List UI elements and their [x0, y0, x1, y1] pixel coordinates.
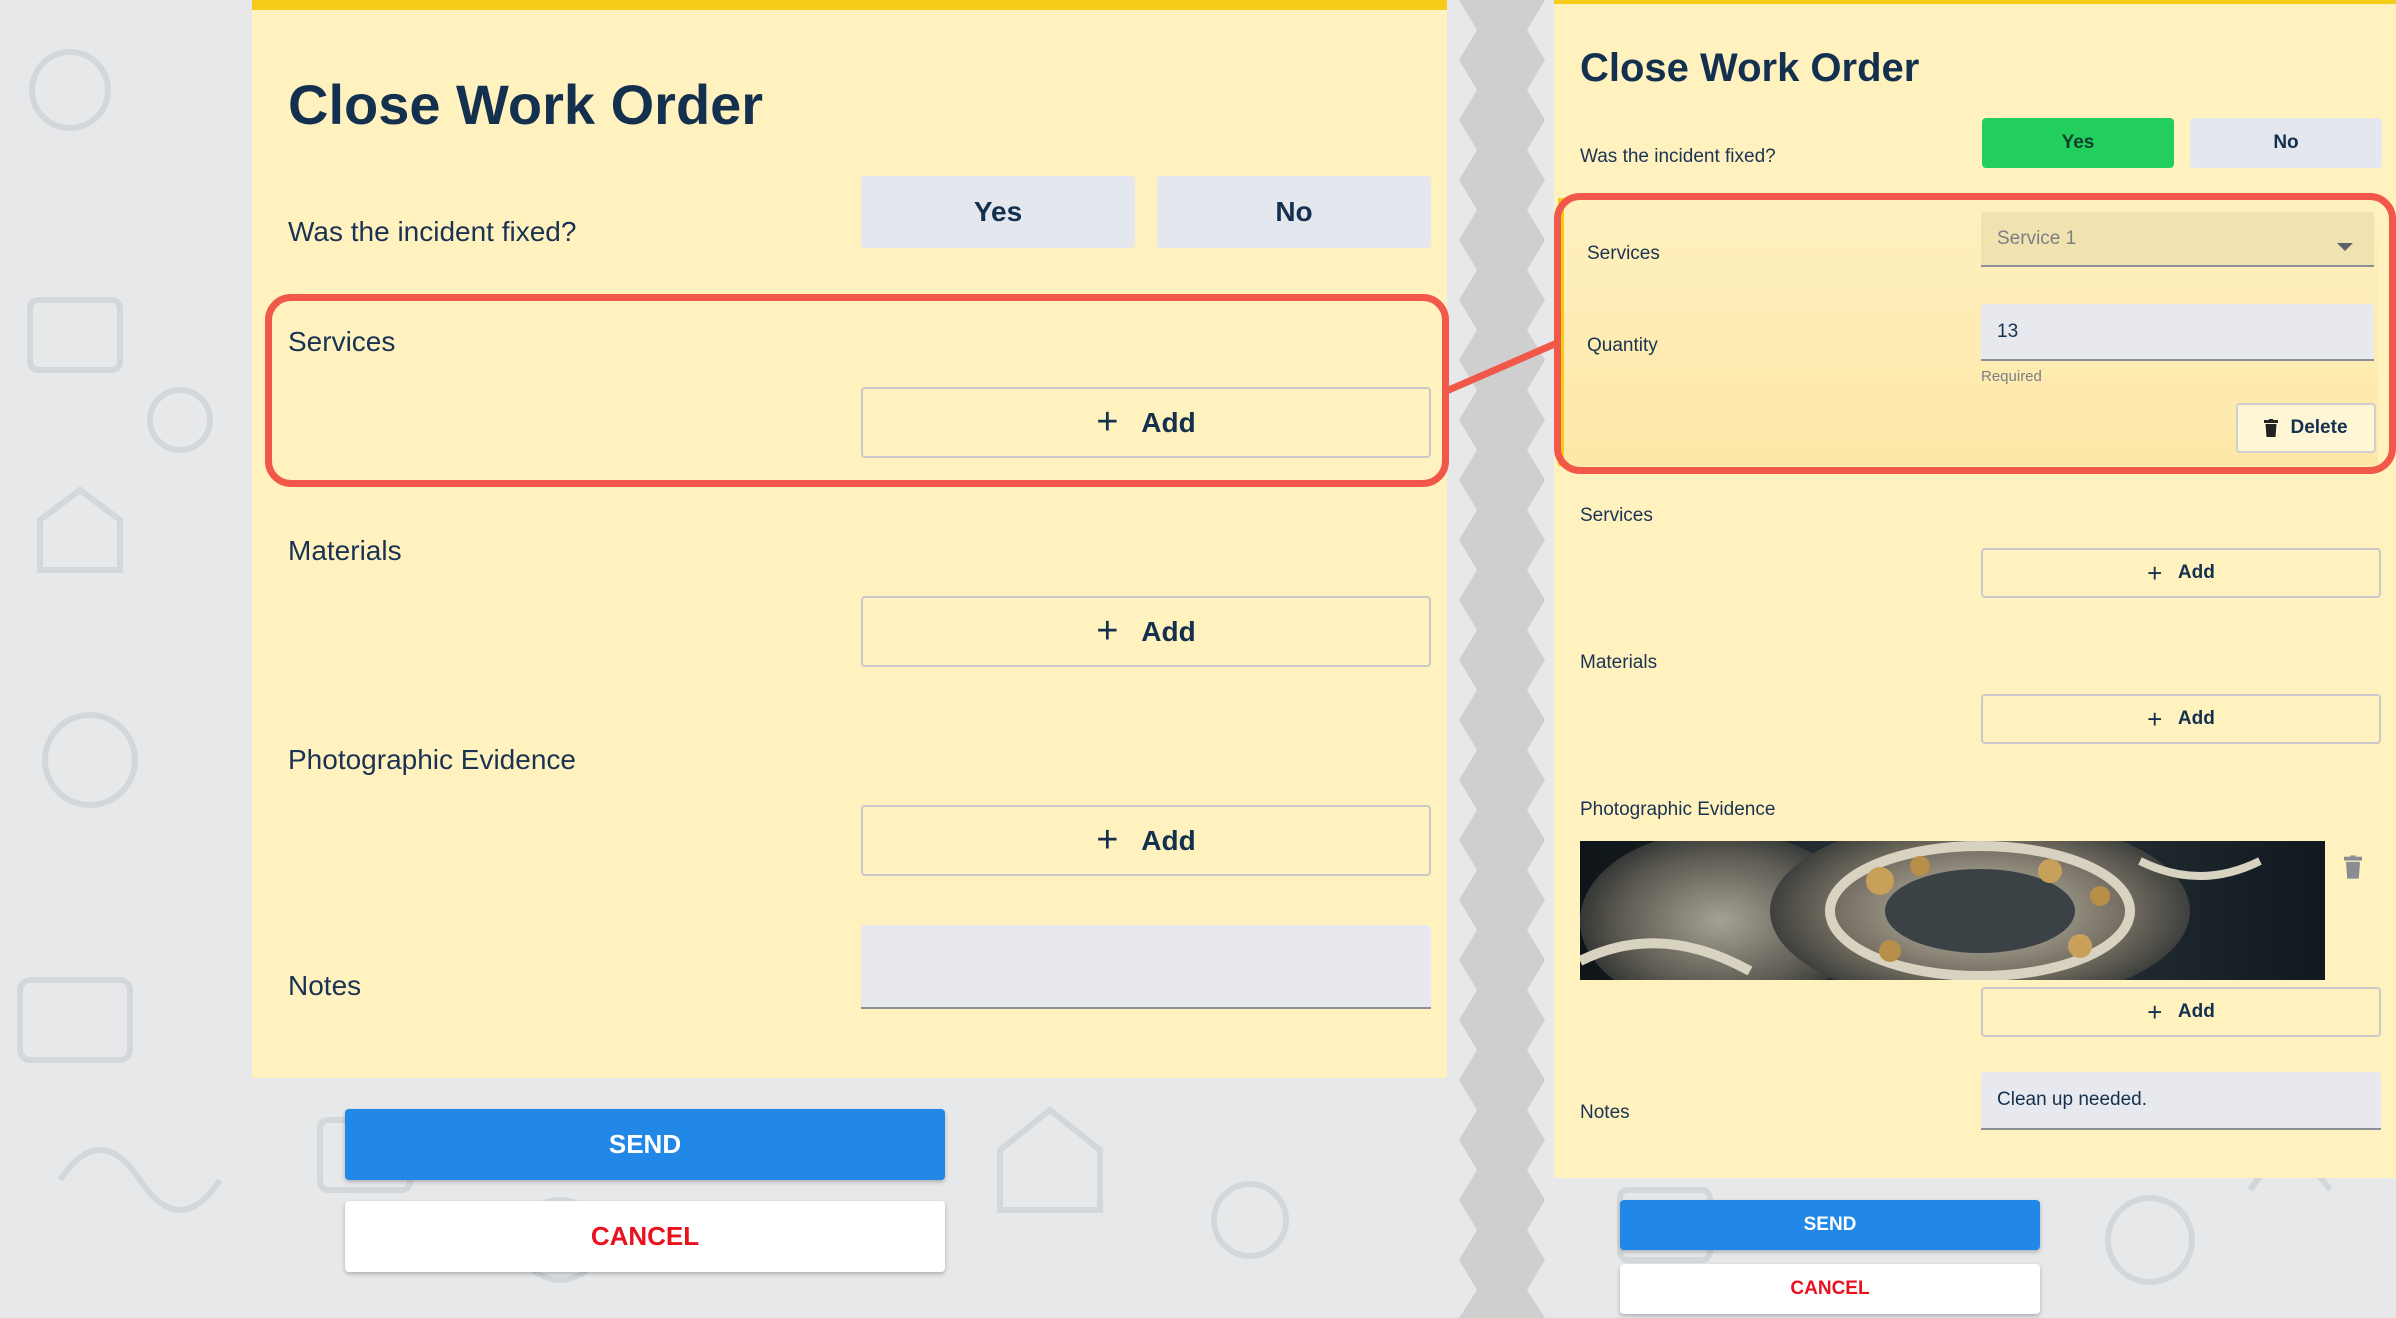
add-photo-label: Add	[1141, 824, 1196, 856]
incident-no-button[interactable]: No	[1157, 176, 1431, 248]
send-button[interactable]: SEND	[345, 1109, 945, 1180]
delete-label: Delete	[2290, 417, 2348, 438]
service-select[interactable]: Service 1	[1981, 212, 2374, 267]
add-photo-button[interactable]: + Add	[861, 805, 1431, 876]
notes-input[interactable]	[861, 925, 1431, 1009]
service-entry-services-label: Services	[1587, 243, 1660, 264]
send-button-right[interactable]: SEND	[1620, 1200, 2040, 1250]
photo-evidence-label-right: Photographic Evidence	[1580, 799, 1776, 820]
plus-icon: +	[1096, 610, 1119, 652]
add-material-label-right: Add	[2177, 708, 2215, 729]
incident-yes-button[interactable]: Yes	[861, 176, 1135, 248]
quantity-label: Quantity	[1587, 335, 1658, 356]
add-service-label-right: Add	[2177, 562, 2215, 583]
engine-photo-image	[1580, 841, 2325, 980]
add-service-label: Add	[1141, 406, 1196, 438]
add-photo-label-right: Add	[2177, 1001, 2215, 1022]
page-title: Close Work Order	[288, 73, 764, 136]
plus-icon: +	[2147, 557, 2163, 588]
materials-label-right: Materials	[1580, 652, 1658, 673]
photo-evidence-thumbnail[interactable]	[1580, 841, 2325, 980]
quantity-helper-text: Required	[1981, 368, 2042, 385]
plus-icon: +	[1096, 819, 1119, 861]
trash-icon[interactable]	[2344, 855, 2362, 879]
plus-icon: +	[1096, 401, 1119, 443]
incident-yes-button-right[interactable]: Yes	[1982, 118, 2174, 168]
add-service-button-right[interactable]: + Add	[1981, 548, 2381, 598]
caret-down-icon	[2337, 243, 2353, 251]
cancel-button[interactable]: CANCEL	[345, 1201, 945, 1272]
panel-divider	[1447, 0, 1557, 1318]
notes-label-right: Notes	[1580, 1102, 1630, 1123]
service-select-value: Service 1	[1997, 227, 2077, 249]
plus-icon: +	[2147, 703, 2163, 734]
close-work-order-form-left	[252, 0, 1447, 1078]
add-material-button-right[interactable]: + Add	[1981, 694, 2381, 744]
notes-label: Notes	[288, 970, 362, 1001]
incident-question-label: Was the incident fixed?	[288, 216, 577, 247]
services-label: Services	[288, 326, 396, 357]
photo-evidence-label: Photographic Evidence	[288, 744, 576, 775]
services-label-right: Services	[1580, 505, 1653, 526]
delete-service-button[interactable]: Delete	[2236, 403, 2376, 453]
incident-question-label-right: Was the incident fixed?	[1580, 146, 1776, 167]
notes-input-right[interactable]: Clean up needed.	[1981, 1072, 2381, 1130]
cancel-button-right[interactable]: CANCEL	[1620, 1264, 2040, 1314]
page-title-right: Close Work Order	[1580, 46, 1920, 90]
add-material-label: Add	[1141, 615, 1196, 647]
quantity-input[interactable]: 13	[1981, 304, 2374, 361]
incident-no-button-right[interactable]: No	[2190, 118, 2382, 168]
trash-icon	[2264, 419, 2279, 437]
add-photo-button-right[interactable]: + Add	[1981, 987, 2381, 1037]
highlight-connector	[1442, 336, 1566, 396]
add-service-button[interactable]: + Add	[861, 387, 1431, 458]
add-material-button[interactable]: + Add	[861, 596, 1431, 667]
plus-icon: +	[2147, 996, 2163, 1027]
materials-label: Materials	[288, 535, 402, 566]
